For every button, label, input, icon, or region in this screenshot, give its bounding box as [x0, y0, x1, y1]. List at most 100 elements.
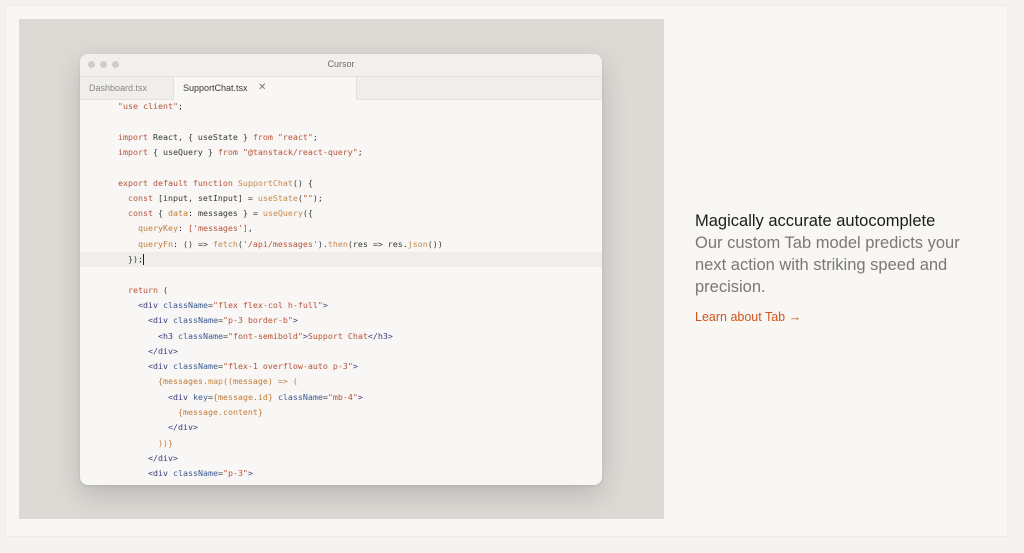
code-token: (res => res.: [347, 238, 408, 249]
code-token: className: [172, 315, 218, 326]
code-token: "": [302, 192, 313, 203]
code-token: <div: [138, 299, 158, 310]
code-token: <div: [148, 361, 168, 372]
code-token: ((message) => (: [222, 376, 298, 387]
code-line: import { useQuery } from "@tanstack/reac…: [80, 145, 602, 160]
code-token: </div>: [148, 345, 178, 356]
code-token: ()): [427, 238, 443, 249]
code-token: from: [252, 131, 273, 142]
code-token: import: [118, 131, 148, 142]
code-token: queryFn: [138, 238, 173, 249]
code-token: ;: [357, 146, 363, 157]
code-token: : messages } =: [187, 208, 263, 219]
code-token: "font-semibold": [227, 330, 303, 341]
code-token: <div: [148, 315, 168, 326]
code-line: </div>: [80, 344, 602, 359]
code-line: </div>: [80, 451, 602, 466]
close-tab-icon[interactable]: ✕: [258, 77, 266, 99]
code-token: then: [327, 238, 348, 249]
code-token: className: [172, 468, 218, 479]
code-token: "use client": [118, 101, 178, 111]
code-token: '/api/messages': [242, 238, 318, 249]
code-line: export default function SupportChat() {: [80, 176, 602, 191]
code-token: SupportChat: [237, 177, 293, 188]
code-line: ))}: [80, 436, 602, 451]
code-token: ;: [177, 101, 183, 111]
code-token: ;: [312, 131, 318, 142]
feature-heading: Magically accurate autocomplete: [695, 212, 936, 230]
code-token: "flex flex-col h-full": [212, 299, 323, 310]
title-bar: Cursor: [80, 54, 602, 77]
code-token: ({: [302, 208, 313, 219]
code-line: {message.content}: [80, 405, 602, 420]
code-token: "flex-1 overflow-auto p-3": [222, 361, 353, 372]
text-cursor: [143, 254, 144, 265]
code-token: "p-3 border-b": [222, 315, 293, 326]
tab-supportchat[interactable]: SupportChat.tsx ✕: [173, 77, 357, 100]
code-token: {message.content}: [178, 407, 263, 417]
code-line: <div className="p-3">: [80, 466, 602, 481]
code-token: {messages.: [158, 376, 208, 387]
feature-description: Our custom Tab model predicts your next …: [695, 234, 960, 296]
code-token: json: [407, 238, 428, 249]
code-token: </div>: [168, 422, 198, 433]
code-token: <div: [168, 391, 188, 402]
tab-bar: Dashboard.tsx SupportChat.tsx ✕: [80, 77, 602, 100]
code-line: "use client";: [80, 99, 602, 114]
tab-label: Dashboard.tsx: [89, 83, 148, 93]
code-token: className: [162, 299, 208, 310]
code-token: "react": [277, 131, 313, 142]
code-token: fetch: [212, 238, 238, 249]
code-line: <div key={message.id} className="mb-4">: [80, 390, 602, 405]
code-token: data: [167, 208, 188, 219]
code-token: : () =>: [172, 238, 213, 249]
code-token: (: [157, 284, 168, 295]
code-token: return: [128, 284, 158, 295]
code-line: {messages.map((message) => (: [80, 374, 602, 389]
code-token: useQuery: [262, 208, 303, 219]
code-token: <div: [148, 468, 168, 479]
code-token: { useQuery }: [147, 146, 218, 157]
code-token: >: [352, 361, 358, 372]
code-line: const { data: messages } = useQuery({: [80, 206, 602, 221]
code-token: () {: [292, 177, 313, 188]
code-token: className: [172, 361, 218, 372]
tab-dashboard[interactable]: Dashboard.tsx: [89, 77, 147, 99]
code-token: const: [128, 208, 153, 219]
code-line: <div className="flex-1 overflow-auto p-3…: [80, 359, 602, 374]
tab-label: SupportChat.tsx: [183, 83, 248, 93]
code-token: {: [152, 208, 168, 219]
code-token: "@tanstack/react-query": [242, 146, 358, 157]
code-token: React, { useState }: [147, 131, 253, 142]
code-token: "mb-4": [327, 391, 358, 402]
code-token: className: [277, 391, 323, 402]
code-token: >: [292, 315, 298, 326]
code-token: const: [128, 192, 153, 203]
code-token: "p-3": [222, 468, 248, 479]
code-line: <div className="flex flex-col h-full">: [80, 298, 602, 313]
code-token: key: [192, 391, 208, 402]
code-token: Support Chat: [307, 330, 368, 341]
code-token: ['messages']: [187, 223, 248, 234]
code-line: </div>: [80, 420, 602, 435]
code-line: <div className="p-3 border-b">: [80, 313, 602, 328]
code-line: });: [80, 252, 602, 267]
code-token: >: [357, 391, 363, 402]
code-token: from: [217, 146, 238, 157]
code-token: useState: [257, 192, 298, 203]
code-line: import React, { useState } from "react";: [80, 130, 602, 145]
code-token: export default function: [118, 177, 233, 188]
code-token: map: [207, 376, 223, 387]
code-token: ).: [317, 238, 328, 249]
code-token: :: [177, 223, 188, 234]
learn-about-tab-link[interactable]: Learn about Tab →: [695, 310, 801, 324]
code-token: queryKey: [138, 223, 178, 234]
code-line: queryKey: ['messages'],: [80, 221, 602, 236]
code-token: <h3: [158, 330, 173, 341]
code-token: ))}: [158, 437, 173, 448]
code-token: );: [312, 192, 323, 203]
code-line: queryFn: () => fetch('/api/messages').th…: [80, 237, 602, 252]
code-token: </div>: [148, 452, 178, 463]
